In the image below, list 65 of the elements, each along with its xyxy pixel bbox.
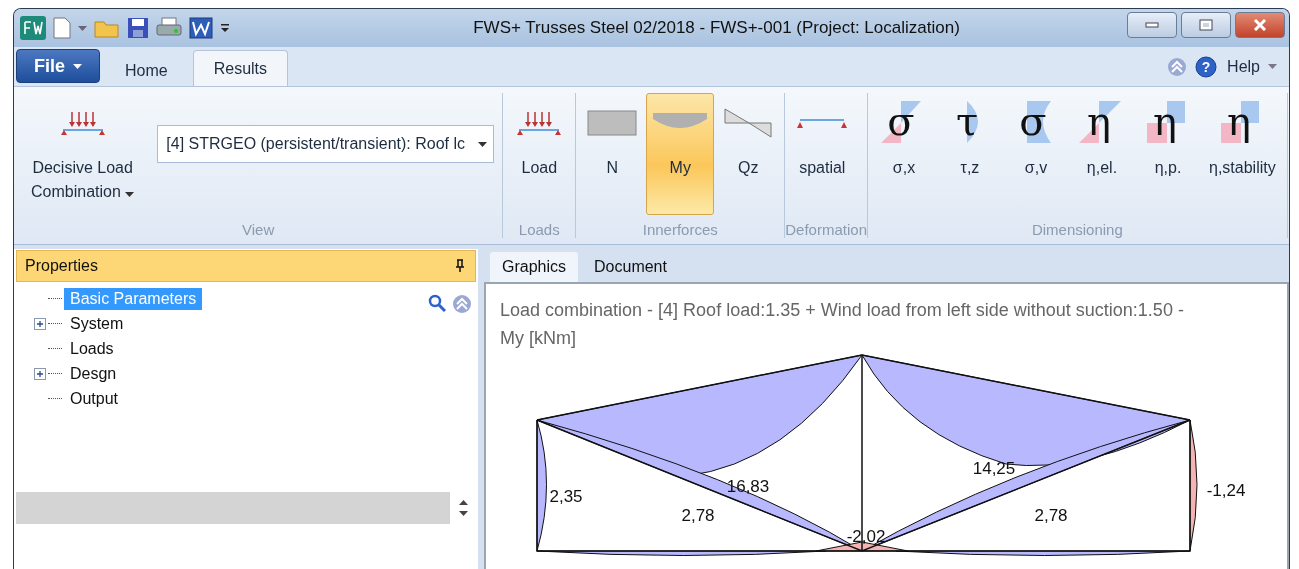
help-button[interactable]: ? Help [1195,55,1260,78]
caret-icon [73,63,82,69]
scroll-down-icon[interactable] [458,511,468,516]
ribbon-button[interactable]: σ σ,v [1004,93,1068,215]
caret-icon [1268,64,1277,69]
ribbon-button[interactable]: η η,el. [1070,93,1134,215]
file-menu-button[interactable]: File [16,49,100,83]
unit-label: My [kNm] [500,327,576,350]
pin-icon[interactable] [455,259,465,273]
ribbon-button[interactable]: η η,p. [1136,93,1200,215]
close-icon [1253,19,1267,31]
scroll-up-icon[interactable] [458,500,468,505]
caret-icon [125,192,135,197]
ribbon-button[interactable]: Load [507,93,572,215]
tree-item[interactable]: System [64,312,130,335]
window-title: FWS+ Trusses Steel 02/2018 - FWS+-001 (Project: Localization) [472,18,961,38]
ribbon-button[interactable]: η η,stability [1202,93,1283,215]
minimize-icon [1145,22,1159,28]
group-label: Loads [517,220,561,238]
ribbon-button[interactable]: σ σ,x [872,93,936,215]
new-document-icon[interactable] [53,17,71,39]
load-combination-dropdown[interactable]: [4] STRGEO (persistent/transient): Roof lc [157,125,495,163]
search-icon[interactable] [428,294,446,312]
moment-value: 2,78 [1034,506,1068,525]
panel-title: Properties [25,257,98,275]
ribbon-button[interactable]: My [646,93,715,215]
ribbon-tab[interactable]: Home [104,54,189,86]
caret-icon [78,25,87,31]
tree-item[interactable]: Desgn [64,362,123,385]
ribbon-tab[interactable]: Results [192,50,289,86]
ribbon-button[interactable]: N [580,93,645,215]
customize-toolbar-icon[interactable] [220,22,230,34]
caret-icon [478,141,488,147]
moment-value: 16,83 [726,477,770,496]
help-icon: ? [1195,55,1218,78]
tree-item[interactable]: Output [64,387,125,410]
expand-icon[interactable] [34,367,46,380]
tree-item[interactable]: Loads [64,337,120,360]
close-button[interactable] [1235,12,1285,38]
maximize-button[interactable] [1181,12,1231,38]
group-label: Deformation [785,220,867,238]
ribbon-button[interactable]: τ τ,z [938,93,1002,215]
save-icon[interactable] [127,17,149,39]
word-icon[interactable] [189,17,213,39]
maximize-icon [1199,19,1213,31]
app-logo-icon[interactable] [20,16,46,40]
printer-icon[interactable] [156,17,182,39]
ribbon-button[interactable]: Decisive Load Combination [24,93,142,215]
view-tab[interactable]: Graphics [490,252,579,282]
ribbon-button[interactable]: spatial [789,93,856,215]
shear-diagram-icon [723,107,774,139]
moment-value: 2,35 [549,487,583,506]
chart-caption: Load combination - [4] Roof load:1.35 + Wind load from left side without suction:1.50 - [500,299,1185,322]
moment-value: -1,24 [1206,481,1246,500]
expand-icon[interactable] [34,317,46,330]
view-tab[interactable]: Document [582,252,679,282]
moment-value: 2,78 [681,506,715,525]
minimize-button[interactable] [1127,12,1177,38]
group-label: Innerforces [641,220,719,238]
moment-value: 14,25 [972,459,1016,478]
beam-icon [796,116,849,130]
group-label: View [241,220,276,238]
ribbon-button[interactable]: Qz [716,93,781,215]
rectangle-icon [587,110,638,136]
group-label: Dimensioning [1030,220,1124,238]
